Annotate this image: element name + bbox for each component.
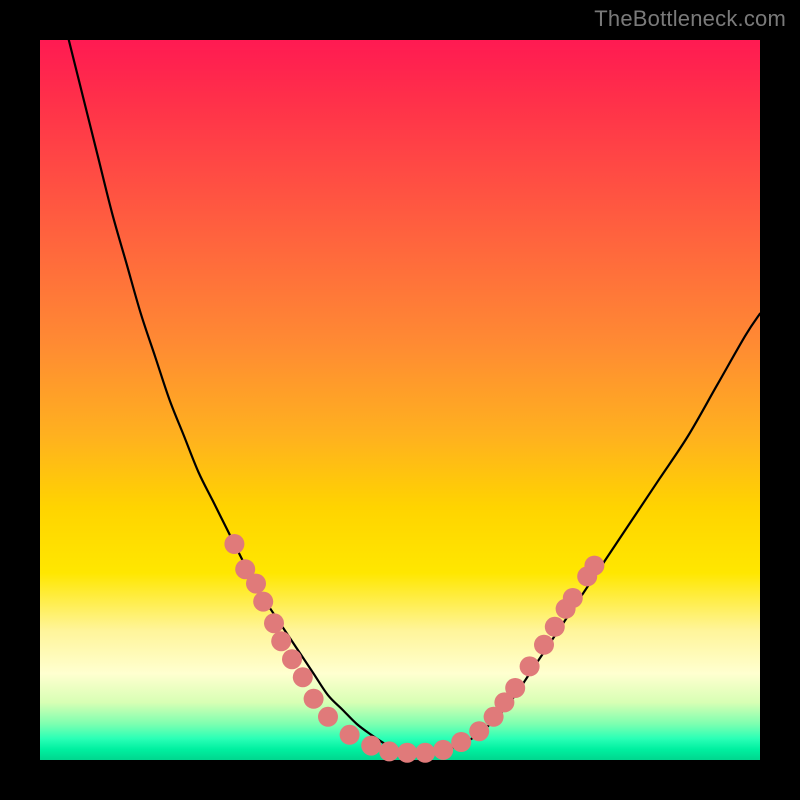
- marker-dot: [505, 678, 525, 698]
- marker-dot: [271, 631, 291, 651]
- marker-dot: [253, 592, 273, 612]
- marker-dot: [246, 574, 266, 594]
- marker-dot: [520, 656, 540, 676]
- marker-dot: [318, 707, 338, 727]
- marker-dot: [397, 743, 417, 763]
- marker-dot: [584, 556, 604, 576]
- marker-dot: [451, 732, 471, 752]
- bottleneck-curve: [69, 40, 760, 753]
- marker-dot: [433, 740, 453, 760]
- marker-dot: [534, 635, 554, 655]
- marker-dot: [264, 613, 284, 633]
- marker-dot: [293, 667, 313, 687]
- marker-dot: [563, 588, 583, 608]
- marker-dot: [224, 534, 244, 554]
- marker-dot: [415, 743, 435, 763]
- chart-canvas: [40, 40, 760, 760]
- marker-dot: [469, 721, 489, 741]
- watermark-text: TheBottleneck.com: [594, 6, 786, 32]
- marker-dot: [340, 725, 360, 745]
- marker-dot: [304, 689, 324, 709]
- marker-dot: [379, 741, 399, 761]
- marker-dots: [224, 534, 604, 763]
- chart-frame: TheBottleneck.com: [0, 0, 800, 800]
- marker-dot: [545, 617, 565, 637]
- marker-dot: [282, 649, 302, 669]
- marker-dot: [361, 736, 381, 756]
